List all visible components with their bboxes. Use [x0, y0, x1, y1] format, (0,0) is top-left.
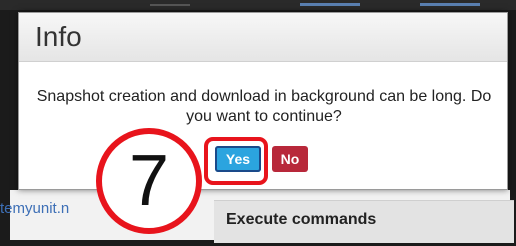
step-marker: 7: [96, 128, 202, 234]
screenshot-frame: temyunit.n Execute commands Info Snapsho…: [0, 0, 516, 246]
dialog-title: Info: [35, 21, 82, 52]
background-link[interactable]: temyunit.n: [0, 200, 69, 217]
yes-button-highlight: [204, 137, 268, 185]
background-accent: [420, 3, 480, 6]
background-accent: [300, 3, 360, 6]
step-number: 7: [128, 141, 170, 221]
dialog-message: Snapshot creation and download in backgr…: [36, 88, 492, 125]
dialog-header: Info: [19, 13, 507, 62]
no-button[interactable]: No: [272, 146, 308, 172]
execute-commands-label: Execute commands: [226, 211, 377, 228]
background-divider: [150, 4, 190, 6]
execute-commands-panel[interactable]: Execute commands: [214, 200, 514, 243]
background-top-bar: [0, 0, 516, 10]
